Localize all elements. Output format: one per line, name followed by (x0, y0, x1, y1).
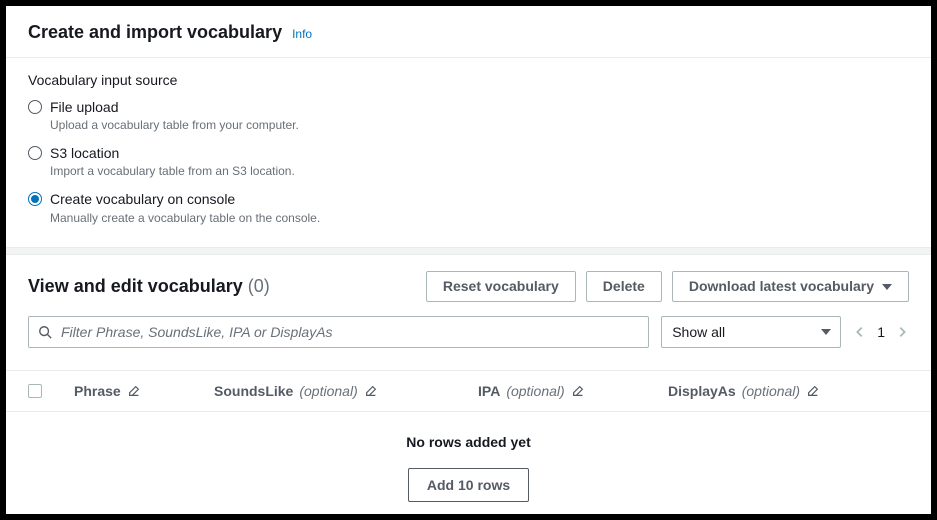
filter-select[interactable]: Show all (661, 316, 841, 348)
delete-button[interactable]: Delete (586, 271, 662, 302)
column-soundslike: SoundsLike (optional) (214, 383, 478, 399)
page-number: 1 (877, 324, 885, 340)
radio-file-upload[interactable]: File upload Upload a vocabulary table fr… (28, 98, 909, 132)
edit-icon[interactable] (571, 384, 585, 398)
radio-label: Create vocabulary on console (50, 190, 320, 208)
radio-create-console[interactable]: Create vocabulary on console Manually cr… (28, 190, 909, 224)
radio-label: File upload (50, 98, 299, 116)
radio-icon (28, 100, 42, 114)
radio-label: S3 location (50, 144, 295, 162)
radio-icon (28, 146, 42, 160)
info-link[interactable]: Info (292, 27, 312, 41)
edit-icon[interactable] (364, 384, 378, 398)
radio-s3-location[interactable]: S3 location Import a vocabulary table fr… (28, 144, 909, 178)
download-vocabulary-button[interactable]: Download latest vocabulary (672, 271, 909, 302)
add-rows-button[interactable]: Add 10 rows (408, 468, 529, 502)
edit-icon[interactable] (806, 384, 820, 398)
prev-page-icon[interactable] (853, 325, 867, 339)
row-count: (0) (248, 276, 270, 296)
reset-vocabulary-button[interactable]: Reset vocabulary (426, 271, 576, 302)
page-title: Create and import vocabulary (28, 22, 282, 43)
column-displayas: DisplayAs (optional) (668, 383, 909, 399)
radio-desc: Manually create a vocabulary table on th… (50, 211, 320, 225)
radio-icon (28, 192, 42, 206)
radio-desc: Upload a vocabulary table from your comp… (50, 118, 299, 132)
search-icon (38, 325, 52, 339)
select-all-checkbox[interactable] (28, 384, 42, 398)
next-page-icon[interactable] (895, 325, 909, 339)
input-source-heading: Vocabulary input source (28, 72, 909, 88)
view-edit-title: View and edit vocabulary (0) (28, 276, 270, 297)
column-phrase: Phrase (74, 383, 214, 399)
section-divider (6, 247, 931, 256)
filter-input[interactable] (28, 316, 649, 348)
empty-state-text: No rows added yet (6, 434, 931, 450)
edit-icon[interactable] (127, 384, 141, 398)
radio-desc: Import a vocabulary table from an S3 loc… (50, 164, 295, 178)
chevron-down-icon (882, 284, 892, 290)
column-ipa: IPA (optional) (478, 383, 668, 399)
